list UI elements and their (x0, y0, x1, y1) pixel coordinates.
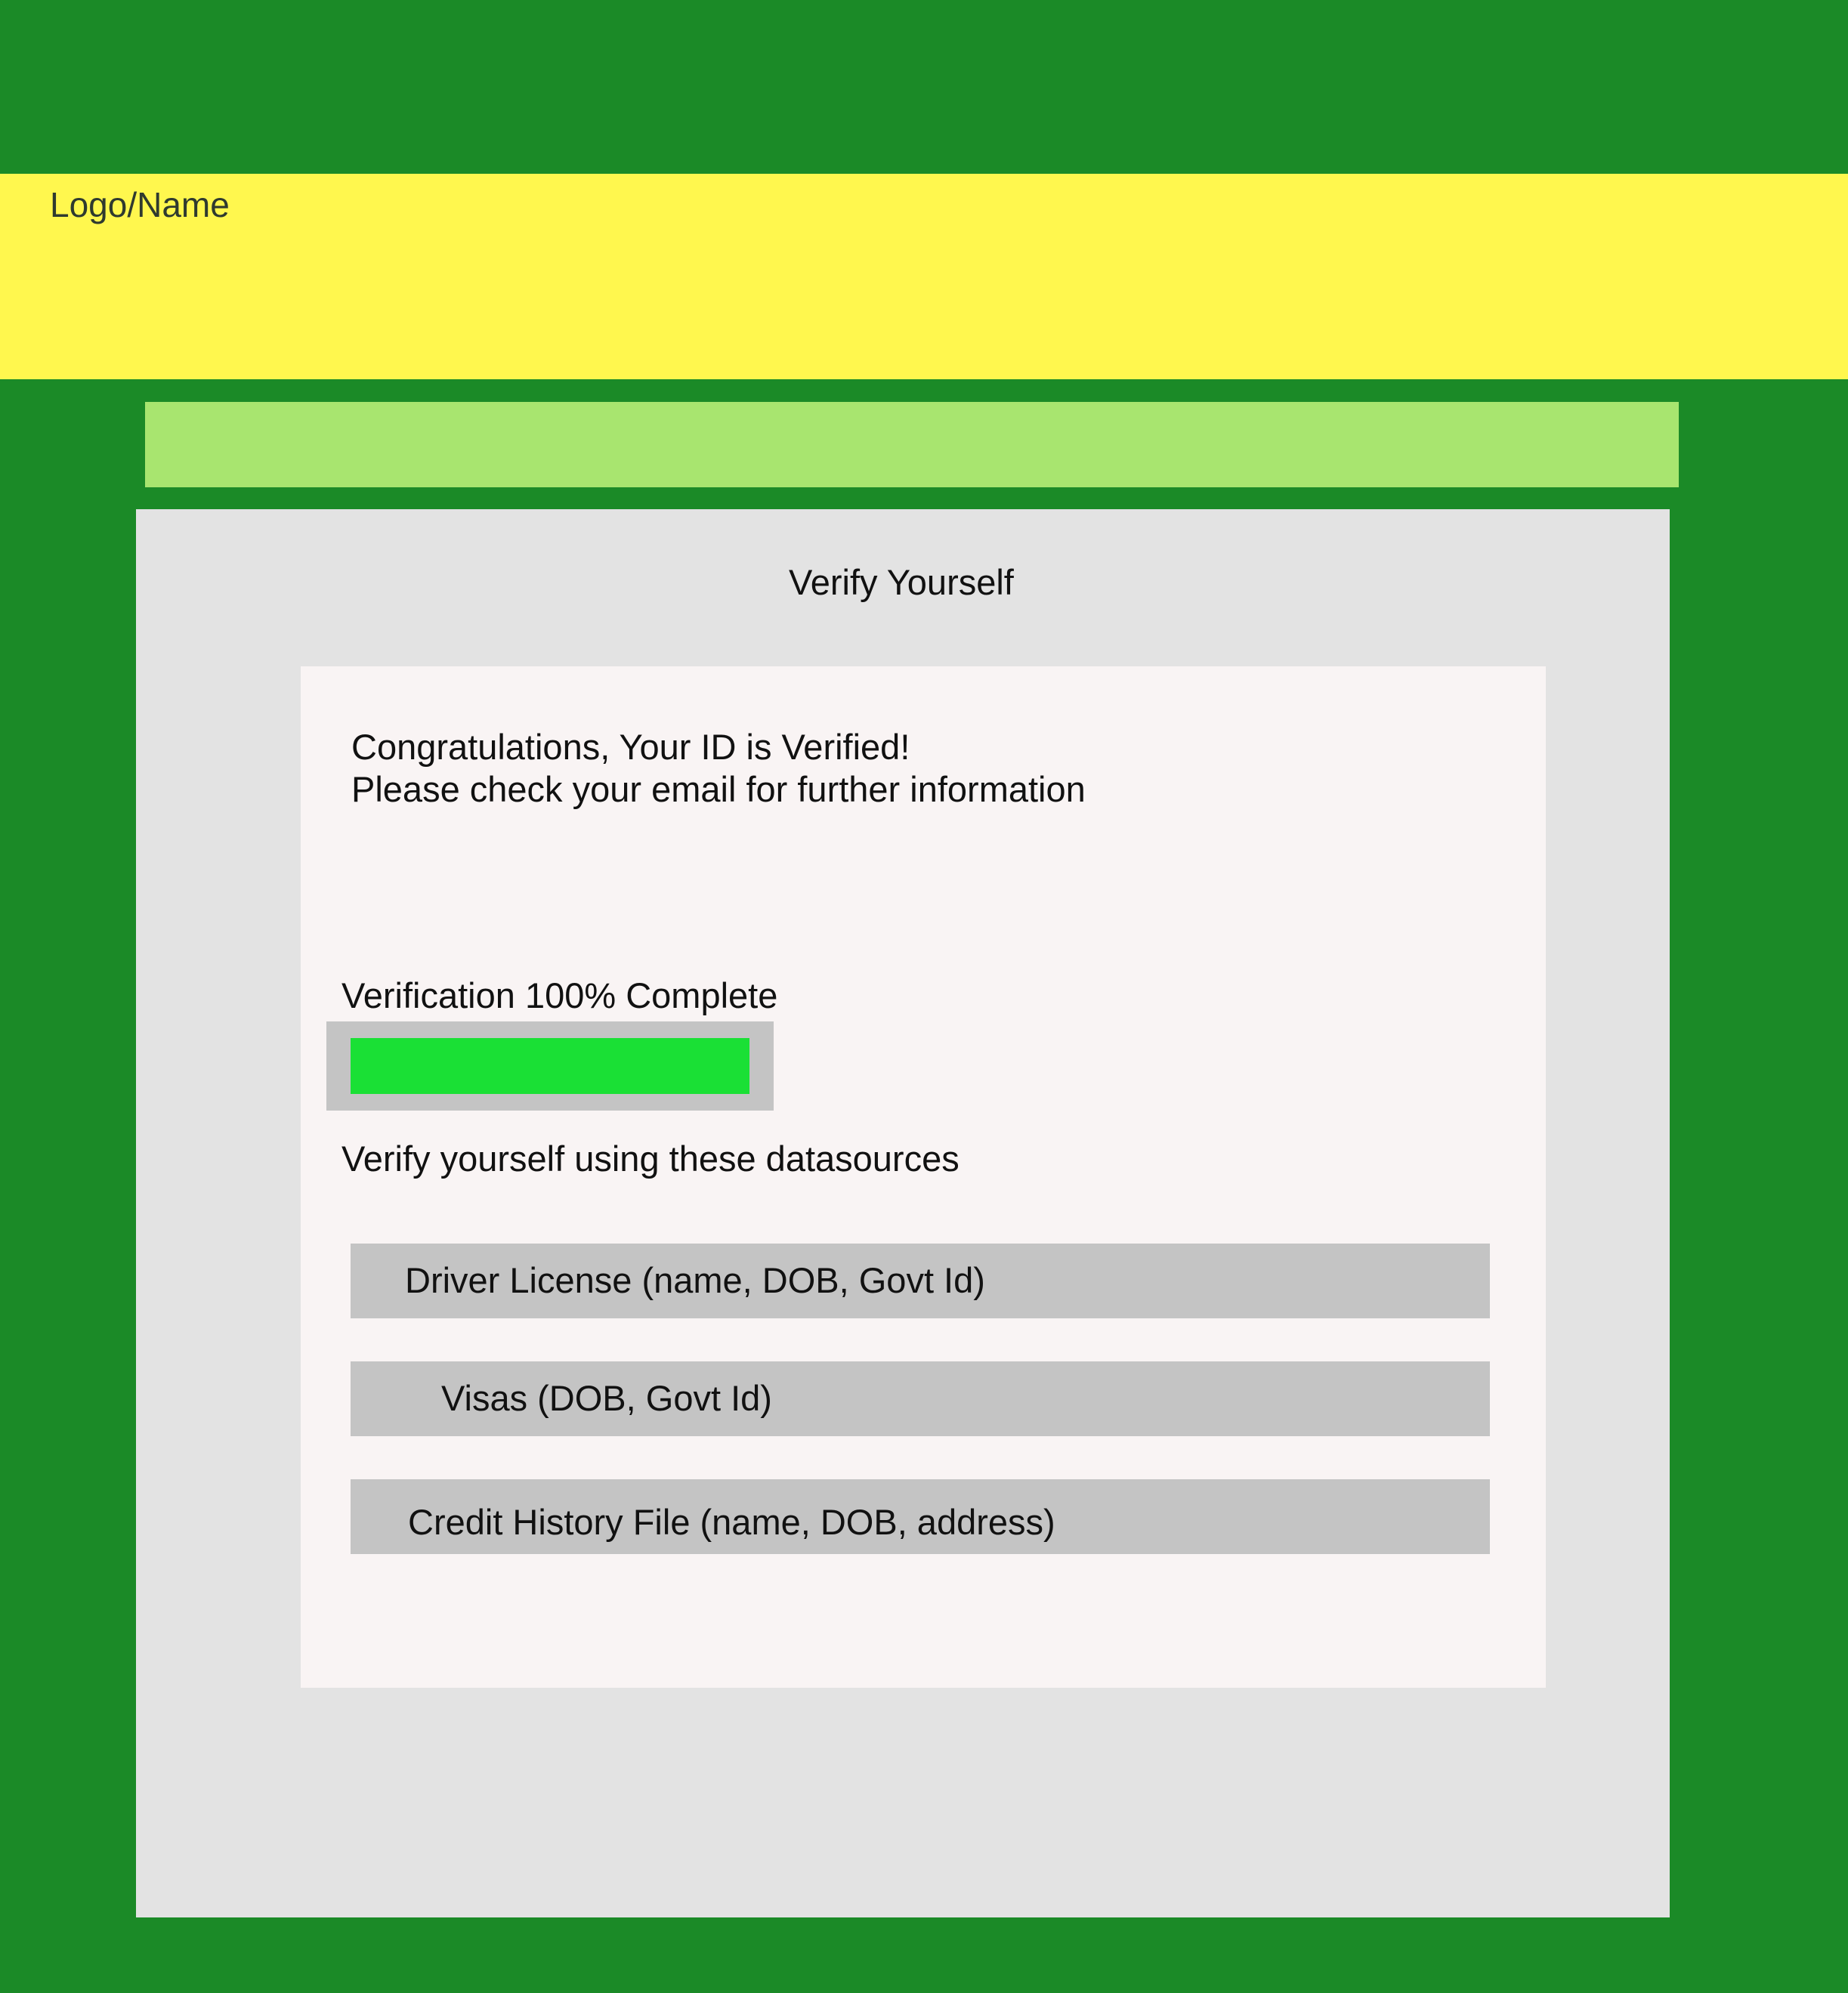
datasources-heading: Verify yourself using these datasources (341, 1139, 960, 1179)
navigation-bar (145, 402, 1679, 487)
datasource-label: Visas (DOB, Govt Id) (441, 1378, 772, 1418)
email-instruction-message: Please check your email for further info… (351, 769, 1086, 809)
page-title: Verify Yourself (789, 562, 1014, 602)
datasource-label: Credit History File (name, DOB, address) (408, 1502, 1055, 1542)
datasource-driver-license-button[interactable]: Driver License (name, DOB, Govt Id) (351, 1244, 1490, 1318)
datasource-credit-history-button[interactable]: Credit History File (name, DOB, address) (351, 1479, 1490, 1554)
verified-message: Congratulations, Your ID is Verified! (351, 727, 910, 767)
progress-label: Verification 100% Complete (341, 975, 778, 1015)
datasource-label: Driver License (name, DOB, Govt Id) (405, 1260, 985, 1300)
progress-bar (326, 1021, 774, 1111)
logo-name[interactable]: Logo/Name (50, 184, 230, 226)
progress-bar-fill (351, 1038, 749, 1094)
datasource-visas-button[interactable]: Visas (DOB, Govt Id) (351, 1361, 1490, 1436)
header-band (0, 174, 1848, 379)
